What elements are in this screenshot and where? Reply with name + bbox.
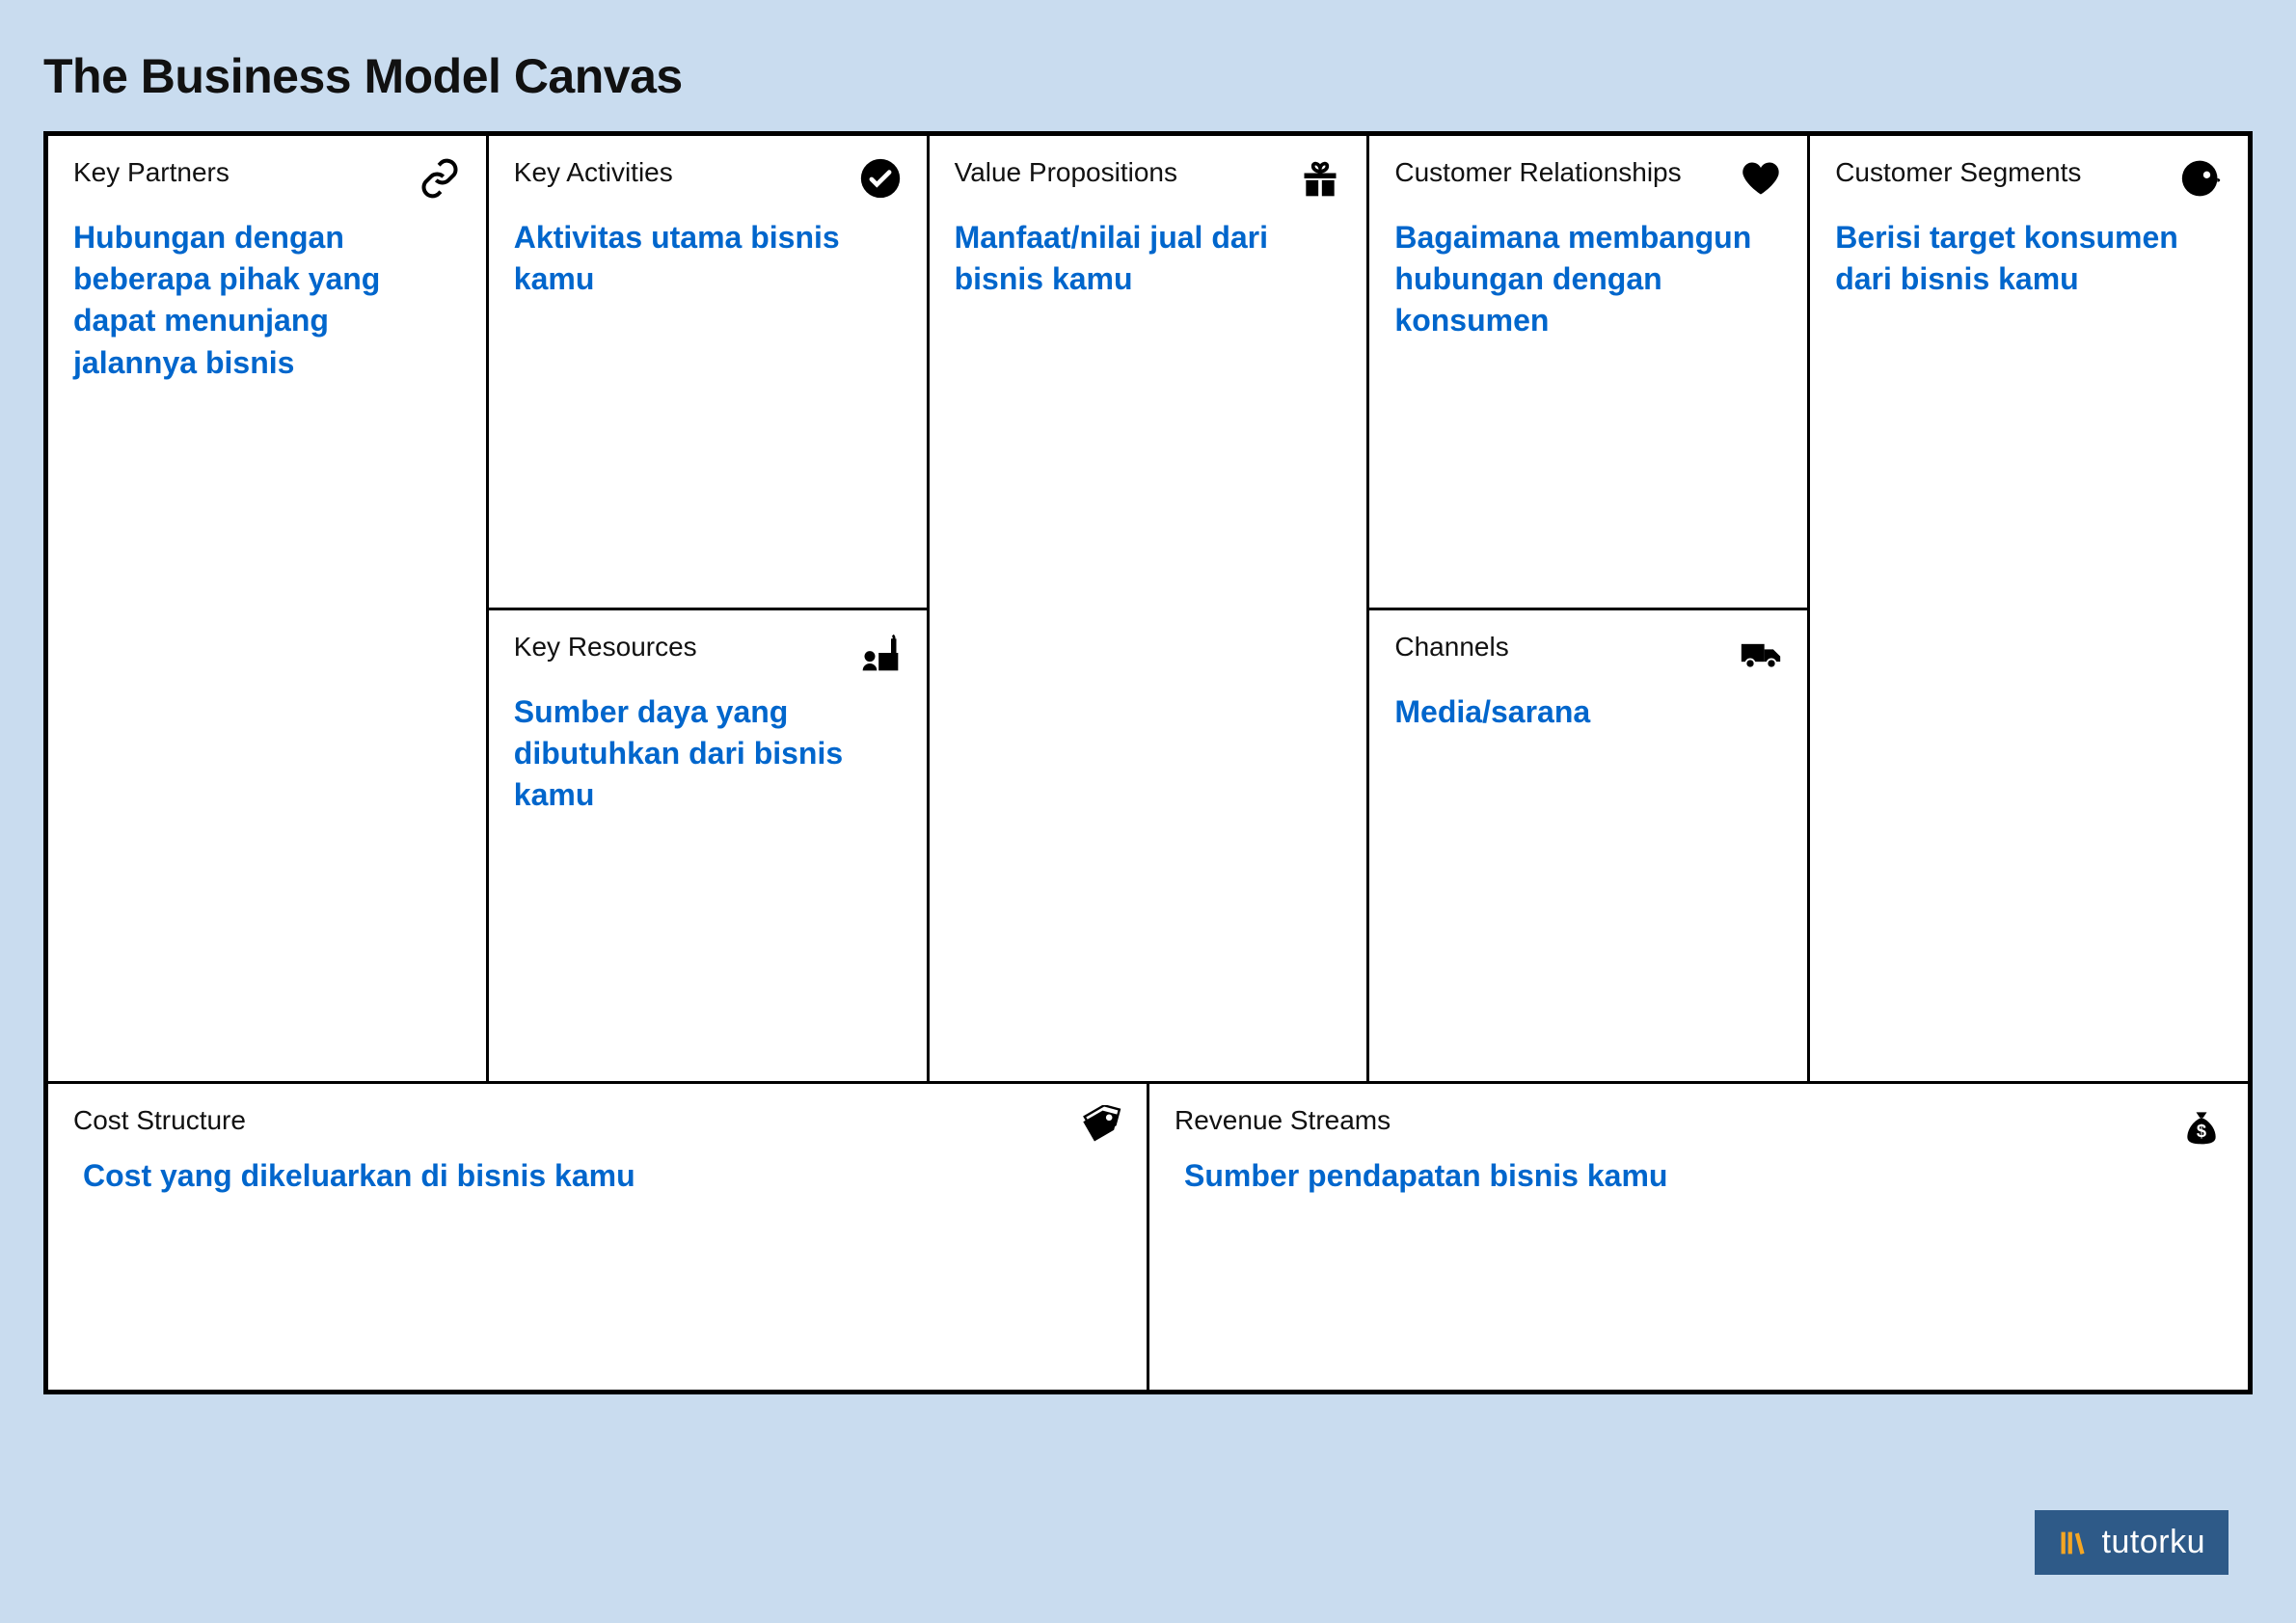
cell-title-cost-structure: Cost Structure <box>73 1105 246 1136</box>
cell-content-value-propositions: Manfaat/nilai jual dari bisnis kamu <box>955 217 1342 300</box>
cell-key-resources: Key Resources Sumber daya yang dibutuhka… <box>489 610 927 1082</box>
cell-key-activities: Key Activities Aktivitas utama bisnis ka… <box>489 136 927 610</box>
truck-icon <box>1740 632 1782 674</box>
cell-content-customer-segments: Berisi target konsumen dari bisnis kamu <box>1835 217 2223 300</box>
tag-icon <box>1079 1105 1121 1148</box>
cell-customer-relationships: Customer Relationships Bagaimana membang… <box>1369 136 1807 610</box>
brand-label: tutorku <box>2102 1524 2205 1561</box>
factory-icon <box>859 632 902 674</box>
gift-icon <box>1299 157 1341 200</box>
cell-value-propositions: Value Propositions Manfaat/nilai jual da… <box>930 136 1367 1081</box>
cell-customer-segments: Customer Segments Berisi target konsumen… <box>1810 136 2248 1081</box>
svg-text:$: $ <box>2197 1121 2206 1141</box>
books-icon <box>2058 1527 2091 1559</box>
cell-content-cost-structure: Cost yang dikeluarkan di bisnis kamu <box>73 1155 1121 1197</box>
cell-title-channels: Channels <box>1394 632 1508 663</box>
cell-content-key-partners: Hubungan dengan beberapa pihak yang dapa… <box>73 217 461 384</box>
heart-icon <box>1740 157 1782 200</box>
cell-title-value-propositions: Value Propositions <box>955 157 1177 188</box>
cell-content-revenue-streams: Sumber pendapatan bisnis kamu <box>1175 1155 2223 1197</box>
brand-badge: tutorku <box>2035 1510 2228 1575</box>
cell-title-key-partners: Key Partners <box>73 157 230 188</box>
cell-cost-structure: Cost Structure Cost yang dikeluarkan di … <box>48 1084 1149 1390</box>
check-circle-icon <box>859 157 902 200</box>
cell-title-key-activities: Key Activities <box>514 157 673 188</box>
link-icon <box>419 157 461 200</box>
money-bag-icon: $ <box>2180 1105 2223 1148</box>
cell-title-customer-segments: Customer Segments <box>1835 157 2081 188</box>
cell-content-channels: Media/sarana <box>1394 691 1782 733</box>
cell-title-revenue-streams: Revenue Streams <box>1175 1105 1391 1136</box>
page-title: The Business Model Canvas <box>43 48 2253 104</box>
bmc-canvas: Key Partners Hubungan dengan beberapa pi… <box>43 131 2253 1394</box>
cell-key-partners: Key Partners Hubungan dengan beberapa pi… <box>48 136 486 1081</box>
cell-content-customer-relationships: Bagaimana membangun hubungan dengan kons… <box>1394 217 1782 342</box>
cell-content-key-activities: Aktivitas utama bisnis kamu <box>514 217 902 300</box>
cell-channels: Channels Media/sarana <box>1369 610 1807 1082</box>
cell-title-customer-relationships: Customer Relationships <box>1394 157 1681 188</box>
cell-title-key-resources: Key Resources <box>514 632 697 663</box>
cell-revenue-streams: Revenue Streams $ Sumber pendapatan bisn… <box>1149 1084 2248 1390</box>
head-icon <box>2180 157 2223 200</box>
cell-content-key-resources: Sumber daya yang dibutuhkan dari bisnis … <box>514 691 902 817</box>
